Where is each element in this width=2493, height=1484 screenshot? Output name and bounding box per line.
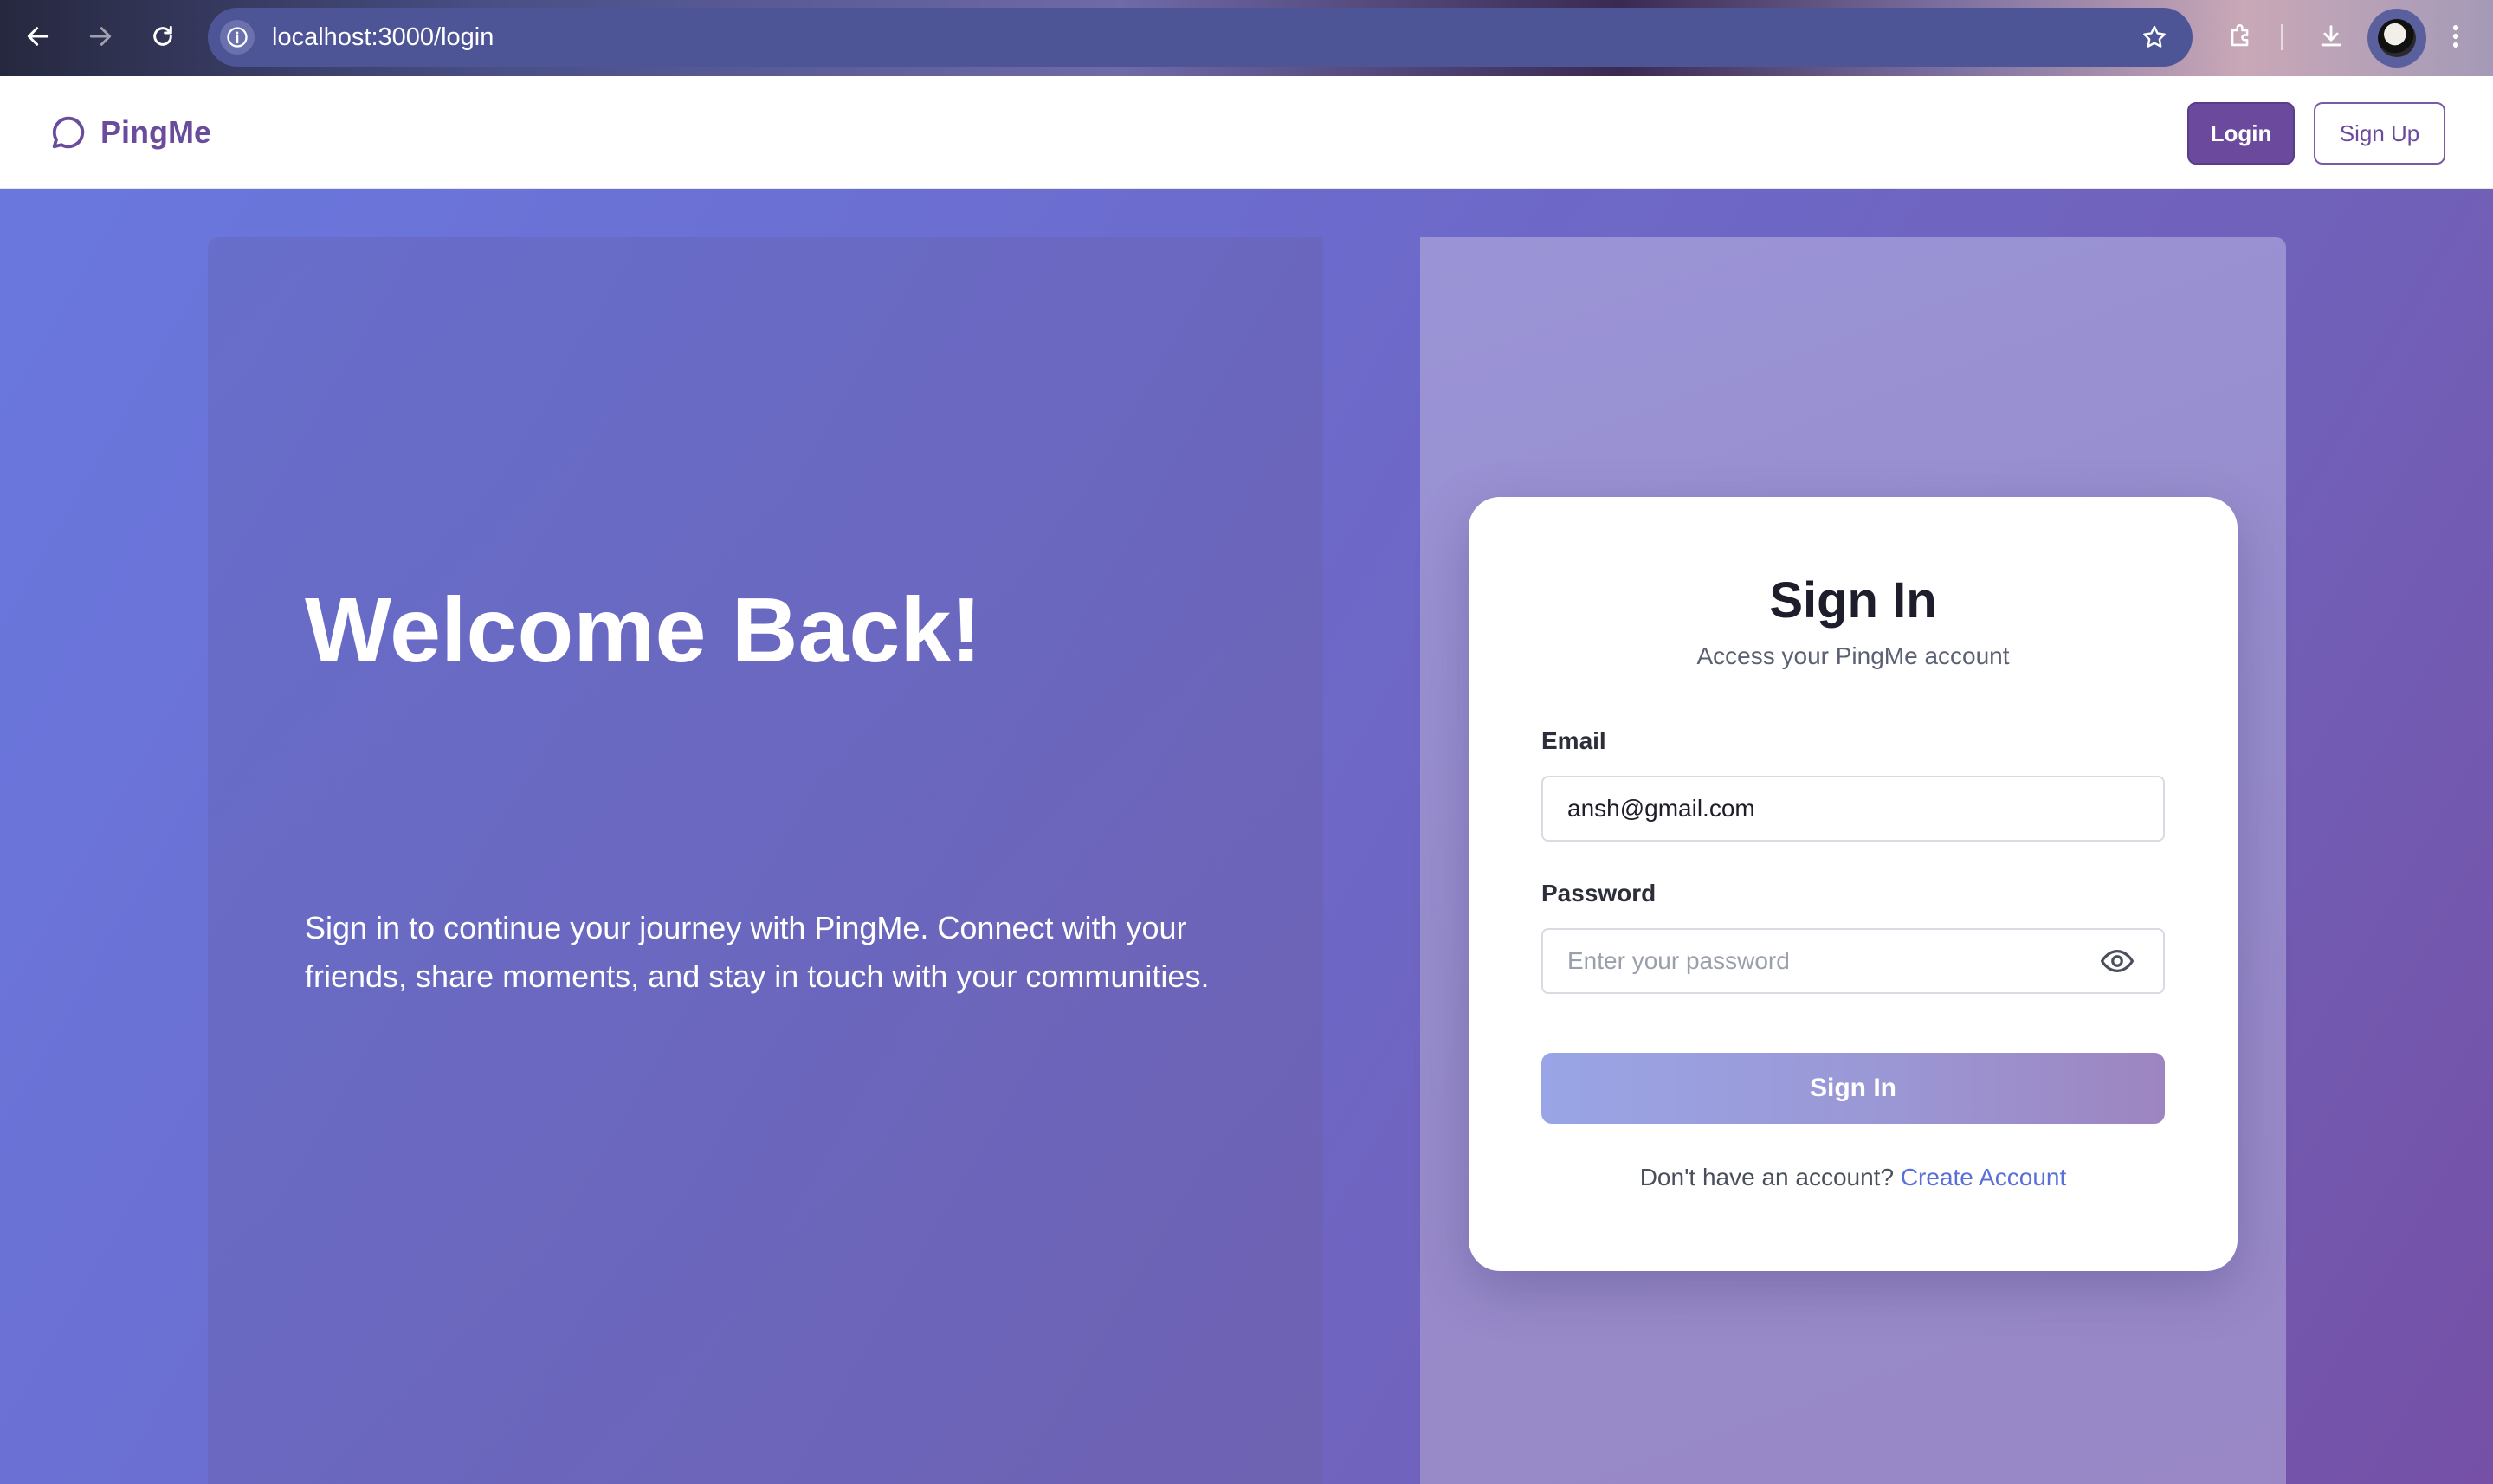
welcome-title: Welcome Back!	[305, 579, 982, 681]
card-title: Sign In	[1769, 572, 1937, 629]
toolbar-divider	[2281, 24, 2283, 50]
signup-prompt-text: Don't have an account?	[1639, 1164, 1895, 1190]
arrow-left-icon	[27, 27, 49, 46]
email-label: Email	[1541, 727, 1606, 754]
puzzle-icon	[2231, 24, 2249, 47]
signin-submit-button[interactable]: Sign In	[1541, 1053, 2165, 1124]
password-label: Password	[1541, 880, 1657, 907]
signup-prompt: Don't have an account? Create Account	[1469, 1164, 2238, 1191]
password-visibility-toggle[interactable]	[2097, 942, 2137, 980]
star-icon	[2143, 25, 2166, 48]
signin-card: Sign In Access your PingMe account Email…	[1469, 497, 2238, 1271]
bookmark-button[interactable]	[2137, 20, 2172, 55]
brand-name: PingMe	[100, 114, 212, 150]
eye-icon	[2100, 950, 2135, 972]
address-bar[interactable]: localhost:3000/login	[208, 8, 2193, 67]
forward-button[interactable]	[83, 19, 118, 54]
reload-icon	[153, 25, 172, 46]
page-background: Welcome Back! Sign in to continue your j…	[0, 189, 2493, 1484]
url-text[interactable]: localhost:3000/login	[272, 8, 494, 67]
browser-menu-button[interactable]	[2438, 17, 2473, 55]
arrow-right-icon	[89, 27, 112, 46]
info-icon	[227, 27, 248, 48]
profile-button[interactable]	[2367, 9, 2426, 68]
hero-panel	[208, 237, 1323, 1484]
reload-button[interactable]	[145, 19, 180, 54]
download-icon	[2321, 25, 2341, 47]
card-subtitle: Access your PingMe account	[1696, 642, 2010, 669]
email-field[interactable]	[1541, 776, 2165, 842]
avatar	[2378, 19, 2416, 57]
welcome-description: Sign in to continue your journey with Pi…	[305, 910, 1210, 994]
signup-button[interactable]: Sign Up	[2314, 102, 2445, 165]
back-button[interactable]	[21, 19, 55, 54]
create-account-link[interactable]: Create Account	[1901, 1164, 2066, 1190]
kebab-menu-icon	[2452, 24, 2459, 48]
site-info-button[interactable]	[220, 20, 255, 55]
app-header: PingMe Login Sign Up	[0, 76, 2493, 189]
extensions-button[interactable]	[2222, 17, 2260, 55]
login-button[interactable]: Login	[2187, 102, 2295, 165]
password-field[interactable]	[1541, 928, 2165, 994]
browser-toolbar: localhost:3000/login	[0, 0, 2493, 76]
chat-bubble-icon	[52, 116, 85, 149]
downloads-button[interactable]	[2312, 17, 2350, 55]
brand-logo[interactable]: PingMe	[48, 111, 211, 154]
